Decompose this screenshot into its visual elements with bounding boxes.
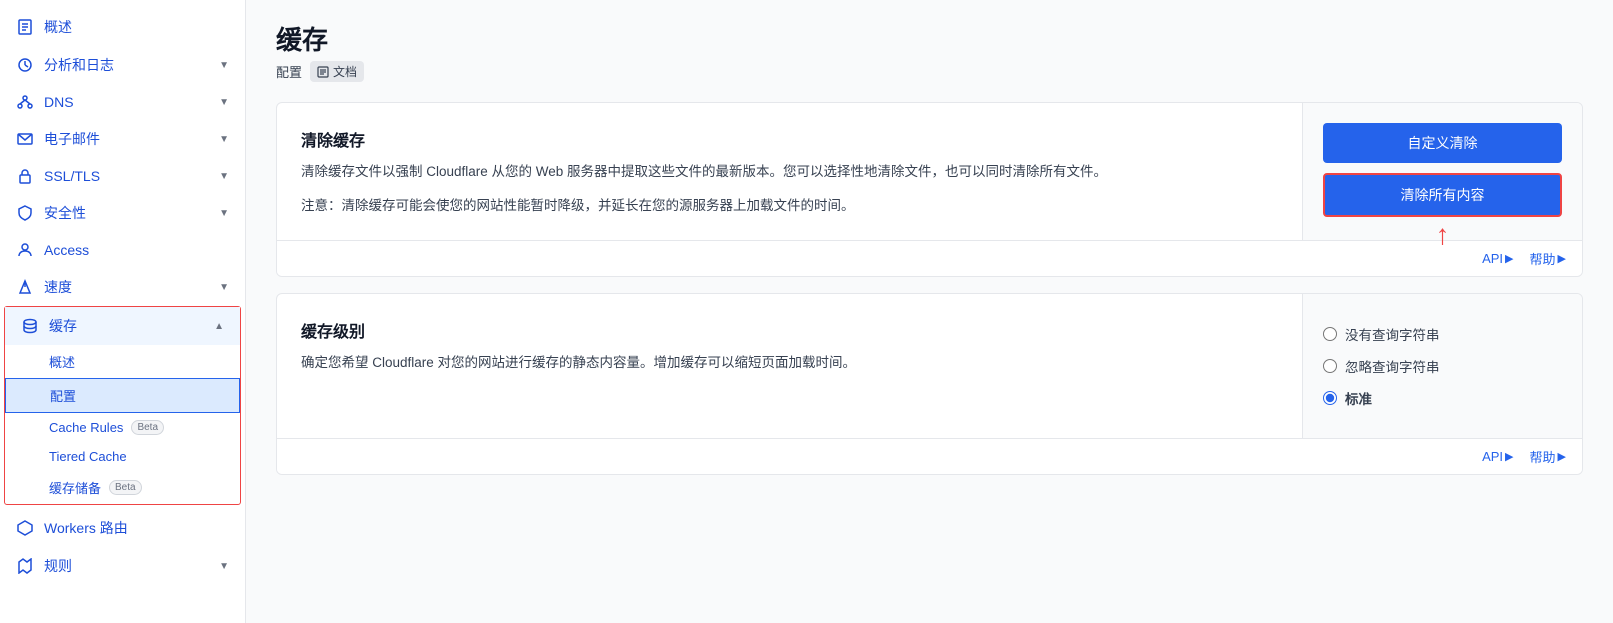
sidebar-subitem-cache-reserve[interactable]: 缓存储备 Beta (5, 471, 240, 504)
purge-card-left: 清除缓存 清除缓存文件以强制 Cloudflare 从您的 Web 服务器中提取… (277, 103, 1302, 240)
radio-option-ignore-query[interactable]: 忽略查询字符串 (1323, 356, 1562, 376)
purge-buttons-container: 自定义清除 清除所有内容 ↑ (1323, 123, 1562, 217)
radio-standard[interactable] (1323, 391, 1337, 405)
sidebar-item-speed-label: 速度 (44, 277, 209, 297)
sidebar-subitem-cache-config[interactable]: 配置 (5, 378, 240, 413)
radio-ignore-query-label: 忽略查询字符串 (1345, 356, 1440, 376)
sidebar-item-overview[interactable]: 概述 (0, 8, 245, 46)
chevron-down-icon: ▼ (219, 134, 229, 145)
sidebar-item-rules[interactable]: 规则 ▼ (0, 547, 245, 585)
api-chevron-icon: ▶ (1505, 252, 1513, 265)
cache-level-card-footer: API ▶ 帮助 ▶ (277, 438, 1582, 474)
purge-card-right: 自定义清除 清除所有内容 ↑ (1302, 103, 1582, 240)
sidebar-item-dns-label: DNS (44, 94, 209, 110)
email-icon (16, 130, 34, 148)
dns-icon (16, 93, 34, 111)
chevron-down-icon: ▼ (219, 97, 229, 108)
cache-level-card: 缓存级别 确定您希望 Cloudflare 对您的网站进行缓存的静态内容量。增加… (276, 293, 1583, 475)
sidebar-item-workers[interactable]: Workers 路由 (0, 509, 245, 547)
purge-help-link[interactable]: 帮助 ▶ (1530, 249, 1566, 268)
cache-level-desc: 确定您希望 Cloudflare 对您的网站进行缓存的静态内容量。增加缓存可以缩… (301, 352, 1278, 374)
cache-rules-beta-badge: Beta (131, 420, 164, 435)
cache-icon (21, 317, 39, 335)
page-subtitle: 配置 文档 (276, 61, 1583, 82)
purge-cache-card: 清除缓存 清除缓存文件以强制 Cloudflare 从您的 Web 服务器中提取… (276, 102, 1583, 277)
purge-note: 注意：清除缓存可能会使您的网站性能暂时降级，并延长在您的源服务器上加载文件的时间… (301, 195, 1278, 217)
sidebar-item-access[interactable]: Access (0, 232, 245, 268)
sidebar-item-email[interactable]: 电子邮件 ▼ (0, 120, 245, 158)
sidebar-subitem-cache-overview-label: 概述 (49, 352, 75, 371)
radio-option-no-query[interactable]: 没有查询字符串 (1323, 324, 1562, 344)
cache-reserve-beta-badge: Beta (109, 480, 142, 495)
lock-icon (16, 167, 34, 185)
cache-level-help-link[interactable]: 帮助 ▶ (1530, 447, 1566, 466)
purge-card-desc: 清除缓存文件以强制 Cloudflare 从您的 Web 服务器中提取这些文件的… (301, 161, 1278, 216)
chevron-down-icon: ▼ (219, 171, 229, 182)
doc-label: 文档 (333, 63, 357, 80)
subtitle-text: 配置 (276, 62, 302, 81)
purge-all-button[interactable]: 清除所有内容 (1323, 173, 1562, 217)
purge-card-footer: API ▶ 帮助 ▶ (277, 240, 1582, 276)
cache-level-options: 没有查询字符串 忽略查询字符串 标准 (1323, 314, 1562, 418)
help-chevron-icon: ▶ (1558, 252, 1566, 265)
sidebar-item-cache[interactable]: 缓存 ▲ (5, 307, 240, 345)
rules-icon (16, 557, 34, 575)
custom-purge-button[interactable]: 自定义清除 (1323, 123, 1562, 163)
doc-icon (317, 66, 329, 78)
purge-api-link[interactable]: API ▶ (1482, 249, 1513, 268)
doc-icon (16, 18, 34, 36)
sidebar-item-overview-label: 概述 (44, 17, 229, 37)
api-chevron-icon2: ▶ (1505, 450, 1513, 463)
sidebar-item-speed[interactable]: 速度 ▼ (0, 268, 245, 306)
radio-no-query[interactable] (1323, 327, 1337, 341)
sidebar-subitem-tiered-cache[interactable]: Tiered Cache (5, 442, 240, 471)
cache-level-api-link[interactable]: API ▶ (1482, 447, 1513, 466)
sidebar: 概述 分析和日志 ▼ DNS ▼ 电子邮件 ▼ SSL/TLS ▼ (0, 0, 246, 623)
speed-icon (16, 278, 34, 296)
sidebar-item-ssl[interactable]: SSL/TLS ▼ (0, 158, 245, 194)
chart-icon (16, 56, 34, 74)
help-chevron-icon2: ▶ (1558, 450, 1566, 463)
chevron-down-icon: ▼ (219, 282, 229, 293)
radio-standard-label: 标准 (1345, 392, 1372, 407)
sidebar-item-dns[interactable]: DNS ▼ (0, 84, 245, 120)
radio-ignore-query[interactable] (1323, 359, 1337, 373)
purge-card-body: 清除缓存 清除缓存文件以强制 Cloudflare 从您的 Web 服务器中提取… (277, 103, 1582, 240)
sidebar-item-security-label: 安全性 (44, 203, 209, 223)
sidebar-item-analytics[interactable]: 分析和日志 ▼ (0, 46, 245, 84)
sidebar-subitem-cache-rules-label: Cache Rules (49, 420, 123, 435)
purge-card-title: 清除缓存 (301, 127, 1278, 151)
sidebar-item-email-label: 电子邮件 (44, 129, 209, 149)
radio-option-standard[interactable]: 标准 (1323, 388, 1562, 408)
access-icon (16, 241, 34, 259)
sidebar-item-cache-label: 缓存 (49, 316, 204, 336)
shield-icon (16, 204, 34, 222)
workers-icon (16, 519, 34, 537)
sidebar-item-access-label: Access (44, 242, 229, 258)
cache-level-title: 缓存级别 (301, 318, 1278, 342)
sidebar-subitem-cache-config-label: 配置 (50, 386, 76, 405)
sidebar-item-rules-label: 规则 (44, 556, 209, 576)
chevron-down-icon: ▼ (219, 60, 229, 71)
sidebar-subitem-cache-overview[interactable]: 概述 (5, 345, 240, 378)
chevron-down-icon: ▼ (219, 561, 229, 572)
sidebar-subitem-cache-rules[interactable]: Cache Rules Beta (5, 413, 240, 442)
page-title: 缓存 (276, 20, 1583, 57)
radio-no-query-label: 没有查询字符串 (1345, 324, 1440, 344)
sidebar-item-security[interactable]: 安全性 ▼ (0, 194, 245, 232)
sidebar-subitem-tiered-cache-label: Tiered Cache (49, 449, 127, 464)
sidebar-item-ssl-label: SSL/TLS (44, 168, 209, 184)
doc-badge[interactable]: 文档 (310, 61, 364, 82)
sidebar-item-analytics-label: 分析和日志 (44, 55, 209, 75)
cache-level-card-left: 缓存级别 确定您希望 Cloudflare 对您的网站进行缓存的静态内容量。增加… (277, 294, 1302, 438)
main-content: 缓存 配置 文档 清除缓存 清除缓存文件以强制 Cloudflare 从您的 W… (246, 0, 1613, 623)
purge-desc-text: 清除缓存文件以强制 Cloudflare 从您的 Web 服务器中提取这些文件的… (301, 164, 1107, 179)
sidebar-subitem-cache-reserve-label: 缓存储备 (49, 478, 101, 497)
sidebar-item-workers-label: Workers 路由 (44, 518, 229, 538)
cache-level-card-right: 没有查询字符串 忽略查询字符串 标准 (1302, 294, 1582, 438)
chevron-down-icon: ▼ (219, 208, 229, 219)
red-arrow-icon: ↑ (1436, 221, 1450, 249)
chevron-up-icon: ▲ (214, 321, 224, 332)
cache-level-card-body: 缓存级别 确定您希望 Cloudflare 对您的网站进行缓存的静态内容量。增加… (277, 294, 1582, 438)
